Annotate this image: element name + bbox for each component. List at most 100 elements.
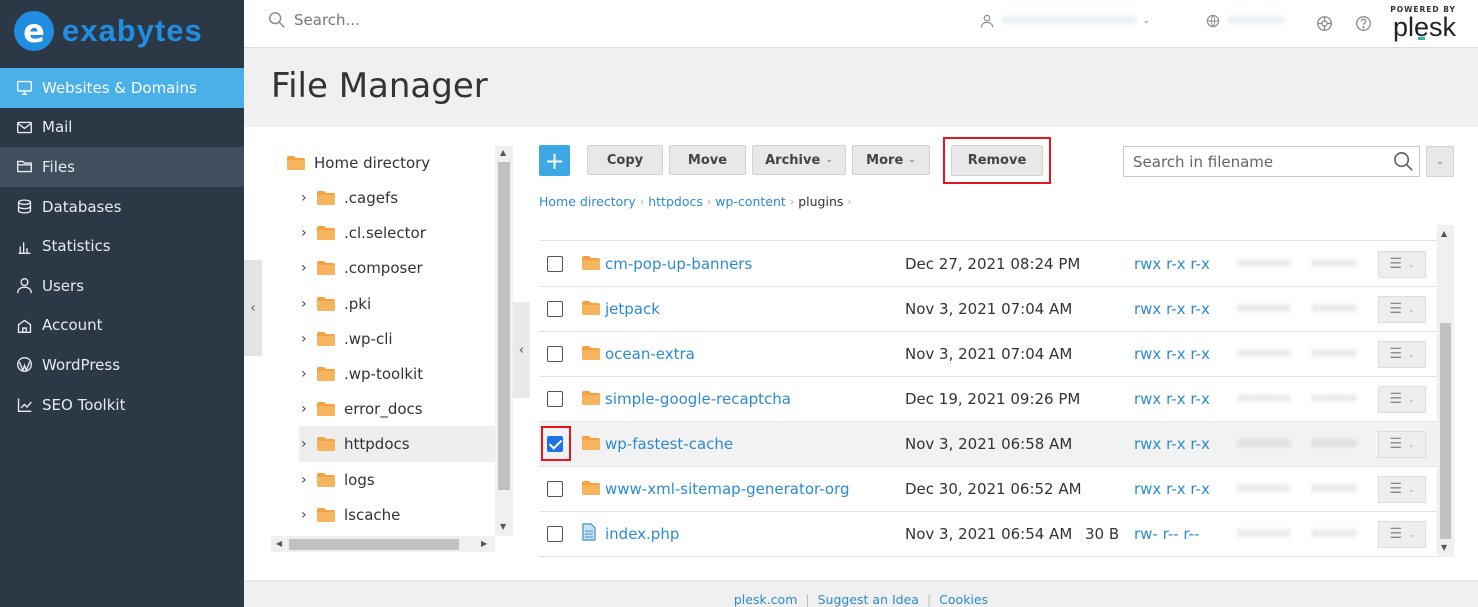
extensions-icon[interactable] <box>1314 13 1334 33</box>
file-permissions-link[interactable]: rwx r-x r-x <box>1134 390 1210 408</box>
move-button[interactable]: Move <box>669 145 746 175</box>
more-button[interactable]: More ⌄ <box>852 145 930 175</box>
sidebar-item-mail[interactable]: Mail <box>0 108 244 148</box>
tree-vertical-scroll-thumb[interactable] <box>498 162 510 490</box>
file-name-link[interactable]: cm-pop-up-banners <box>605 255 752 273</box>
scroll-down-icon[interactable]: ▼ <box>500 522 506 531</box>
filename-search-input[interactable] <box>1124 147 1384 176</box>
tree-item-dot-wp-toolkit[interactable]: › .wp-toolkit <box>301 362 423 386</box>
row-checkbox[interactable] <box>547 481 563 497</box>
scroll-up-icon[interactable]: ▲ <box>1441 229 1447 238</box>
file-permissions-link[interactable]: rw- r-- r-- <box>1134 525 1199 543</box>
table-row[interactable]: ocean-extra Nov 3, 2021 07:04 AM rwx r-x r… <box>539 332 1437 377</box>
chevron-right-icon[interactable]: › <box>301 507 313 523</box>
chevron-right-icon[interactable]: › <box>301 436 313 452</box>
file-list-vertical-scrollbar[interactable]: ▲ ▼ <box>1437 225 1454 557</box>
chevron-right-icon[interactable]: › <box>301 331 313 347</box>
breadcrumb-item[interactable]: plugins <box>798 194 843 209</box>
chevron-right-icon[interactable]: › <box>301 401 313 417</box>
tree-item-dot-composer[interactable]: › .composer <box>301 256 423 280</box>
remove-button[interactable]: Remove <box>951 145 1043 176</box>
file-permissions-link[interactable]: rwx r-x r-x <box>1134 300 1210 318</box>
file-list-scroll-thumb[interactable] <box>1440 323 1451 539</box>
row-actions-menu-button[interactable]: ☰ ⌄ <box>1378 250 1426 278</box>
search-options-button[interactable]: ⌄ <box>1426 146 1454 177</box>
tree-item-logs[interactable]: › logs <box>301 468 375 492</box>
table-row[interactable]: cm-pop-up-banners Dec 27, 2021 08:24 PM rw… <box>539 242 1437 287</box>
user-menu[interactable]: ••••••••••••••••••• ⌄ <box>980 14 1150 28</box>
footer-link[interactable]: Suggest an Idea <box>818 592 919 607</box>
row-actions-menu-button[interactable]: ☰ ⌄ <box>1378 520 1426 548</box>
scroll-right-icon[interactable]: ▶ <box>481 539 487 548</box>
footer-link[interactable]: plesk.com <box>734 592 798 607</box>
chevron-right-icon[interactable]: › <box>301 296 313 312</box>
tree-item-error-docs[interactable]: › error_docs <box>301 397 423 421</box>
table-row[interactable]: index.php Nov 3, 2021 06:54 AM 30 B rw- r--… <box>539 512 1437 557</box>
subscription-selector[interactable]: •••••••• <box>1206 14 1285 28</box>
table-row[interactable]: www-xml-sitemap-generator-org Dec 30, 202… <box>539 467 1437 512</box>
chevron-right-icon[interactable]: › <box>301 225 313 241</box>
file-name-link[interactable]: jetpack <box>605 300 660 318</box>
file-name-link[interactable]: index.php <box>605 525 679 543</box>
row-actions-menu-button[interactable]: ☰ ⌄ <box>1378 340 1426 368</box>
tree-item-dot-pki[interactable]: › .pki <box>301 292 371 316</box>
scroll-left-icon[interactable]: ◀ <box>276 539 282 548</box>
sidebar-item-files[interactable]: Files <box>0 147 244 187</box>
row-checkbox[interactable] <box>547 391 563 407</box>
file-name-link[interactable]: wp-fastest-cache <box>605 435 733 453</box>
brand-logo[interactable]: e exabytes <box>14 9 203 53</box>
file-name-link[interactable]: www-xml-sitemap-generator-org <box>605 480 850 498</box>
sidebar-item-databases[interactable]: Databases <box>0 187 244 227</box>
row-actions-menu-button[interactable]: ☰ ⌄ <box>1378 475 1426 503</box>
chevron-right-icon[interactable]: › <box>301 260 313 276</box>
file-permissions-link[interactable]: rwx r-x r-x <box>1134 345 1210 363</box>
file-name-link[interactable]: ocean-extra <box>605 345 695 363</box>
sidebar-collapse-handle[interactable]: ‹ <box>244 260 262 356</box>
archive-button[interactable]: Archive ⌄ <box>752 145 846 175</box>
scroll-up-icon[interactable]: ▲ <box>500 148 506 157</box>
table-row[interactable]: wp-fastest-cache Nov 3, 2021 06:58 AM rwx … <box>539 422 1437 467</box>
table-row[interactable]: simple-google-recaptcha Dec 19, 2021 09:2… <box>539 377 1437 422</box>
tree-horizontal-scrollbar[interactable]: ◀ ▶ <box>271 536 495 552</box>
row-checkbox[interactable] <box>547 301 563 317</box>
tree-item-dot-cagefs[interactable]: › .cagefs <box>301 186 398 210</box>
row-checkbox[interactable] <box>547 256 563 272</box>
chevron-right-icon[interactable]: › <box>301 366 313 382</box>
tree-item-httpdocs[interactable]: › httpdocs <box>301 432 410 456</box>
table-row[interactable]: jetpack Nov 3, 2021 07:04 AM rwx r-x r-x ••… <box>539 287 1437 332</box>
tree-horizontal-scroll-thumb[interactable] <box>289 539 459 550</box>
row-actions-menu-button[interactable]: ☰ ⌄ <box>1378 385 1426 413</box>
breadcrumb-item[interactable]: httpdocs <box>648 194 703 209</box>
file-name-link[interactable]: simple-google-recaptcha <box>605 390 791 408</box>
help-icon[interactable] <box>1353 13 1373 33</box>
global-search[interactable]: Search... <box>268 11 360 29</box>
sidebar-item-users[interactable]: Users <box>0 266 244 306</box>
copy-button[interactable]: Copy <box>587 145 663 175</box>
sidebar-item-wordpress[interactable]: WordPress <box>0 345 244 385</box>
sidebar-item-seo-toolkit[interactable]: SEO Toolkit <box>0 385 244 425</box>
chevron-right-icon[interactable]: › <box>301 190 313 206</box>
row-checkbox[interactable] <box>547 526 563 542</box>
tree-item-dot-wp-cli[interactable]: › .wp-cli <box>301 327 393 351</box>
file-permissions-link[interactable]: rwx r-x r-x <box>1134 255 1210 273</box>
file-permissions-link[interactable]: rwx r-x r-x <box>1134 435 1210 453</box>
file-permissions-link[interactable]: rwx r-x r-x <box>1134 480 1210 498</box>
search-icon[interactable] <box>1393 151 1414 172</box>
sidebar-item-websites-domains[interactable]: Websites & Domains <box>0 68 244 108</box>
scroll-down-icon[interactable]: ▼ <box>1441 543 1447 552</box>
tree-collapse-handle[interactable]: ‹ <box>513 302 530 398</box>
tree-item-dot-cl-selector[interactable]: › .cl.selector <box>301 221 426 245</box>
tree-item-lscache[interactable]: › lscache <box>301 503 400 527</box>
row-checkbox[interactable] <box>547 346 563 362</box>
tree-root[interactable]: Home directory <box>287 151 430 175</box>
breadcrumb-item[interactable]: Home directory <box>539 194 636 209</box>
sidebar-item-account[interactable]: Account <box>0 306 244 346</box>
tree-vertical-scrollbar[interactable]: ▲ ▼ <box>495 146 513 536</box>
sidebar-item-statistics[interactable]: Statistics <box>0 226 244 266</box>
footer-link[interactable]: Cookies <box>939 592 988 607</box>
breadcrumb-item[interactable]: wp-content <box>715 194 786 209</box>
row-actions-menu-button[interactable]: ☰ ⌄ <box>1378 430 1426 458</box>
add-button[interactable]: + <box>539 145 570 176</box>
chevron-right-icon[interactable]: › <box>301 472 313 488</box>
row-actions-menu-button[interactable]: ☰ ⌄ <box>1378 295 1426 323</box>
